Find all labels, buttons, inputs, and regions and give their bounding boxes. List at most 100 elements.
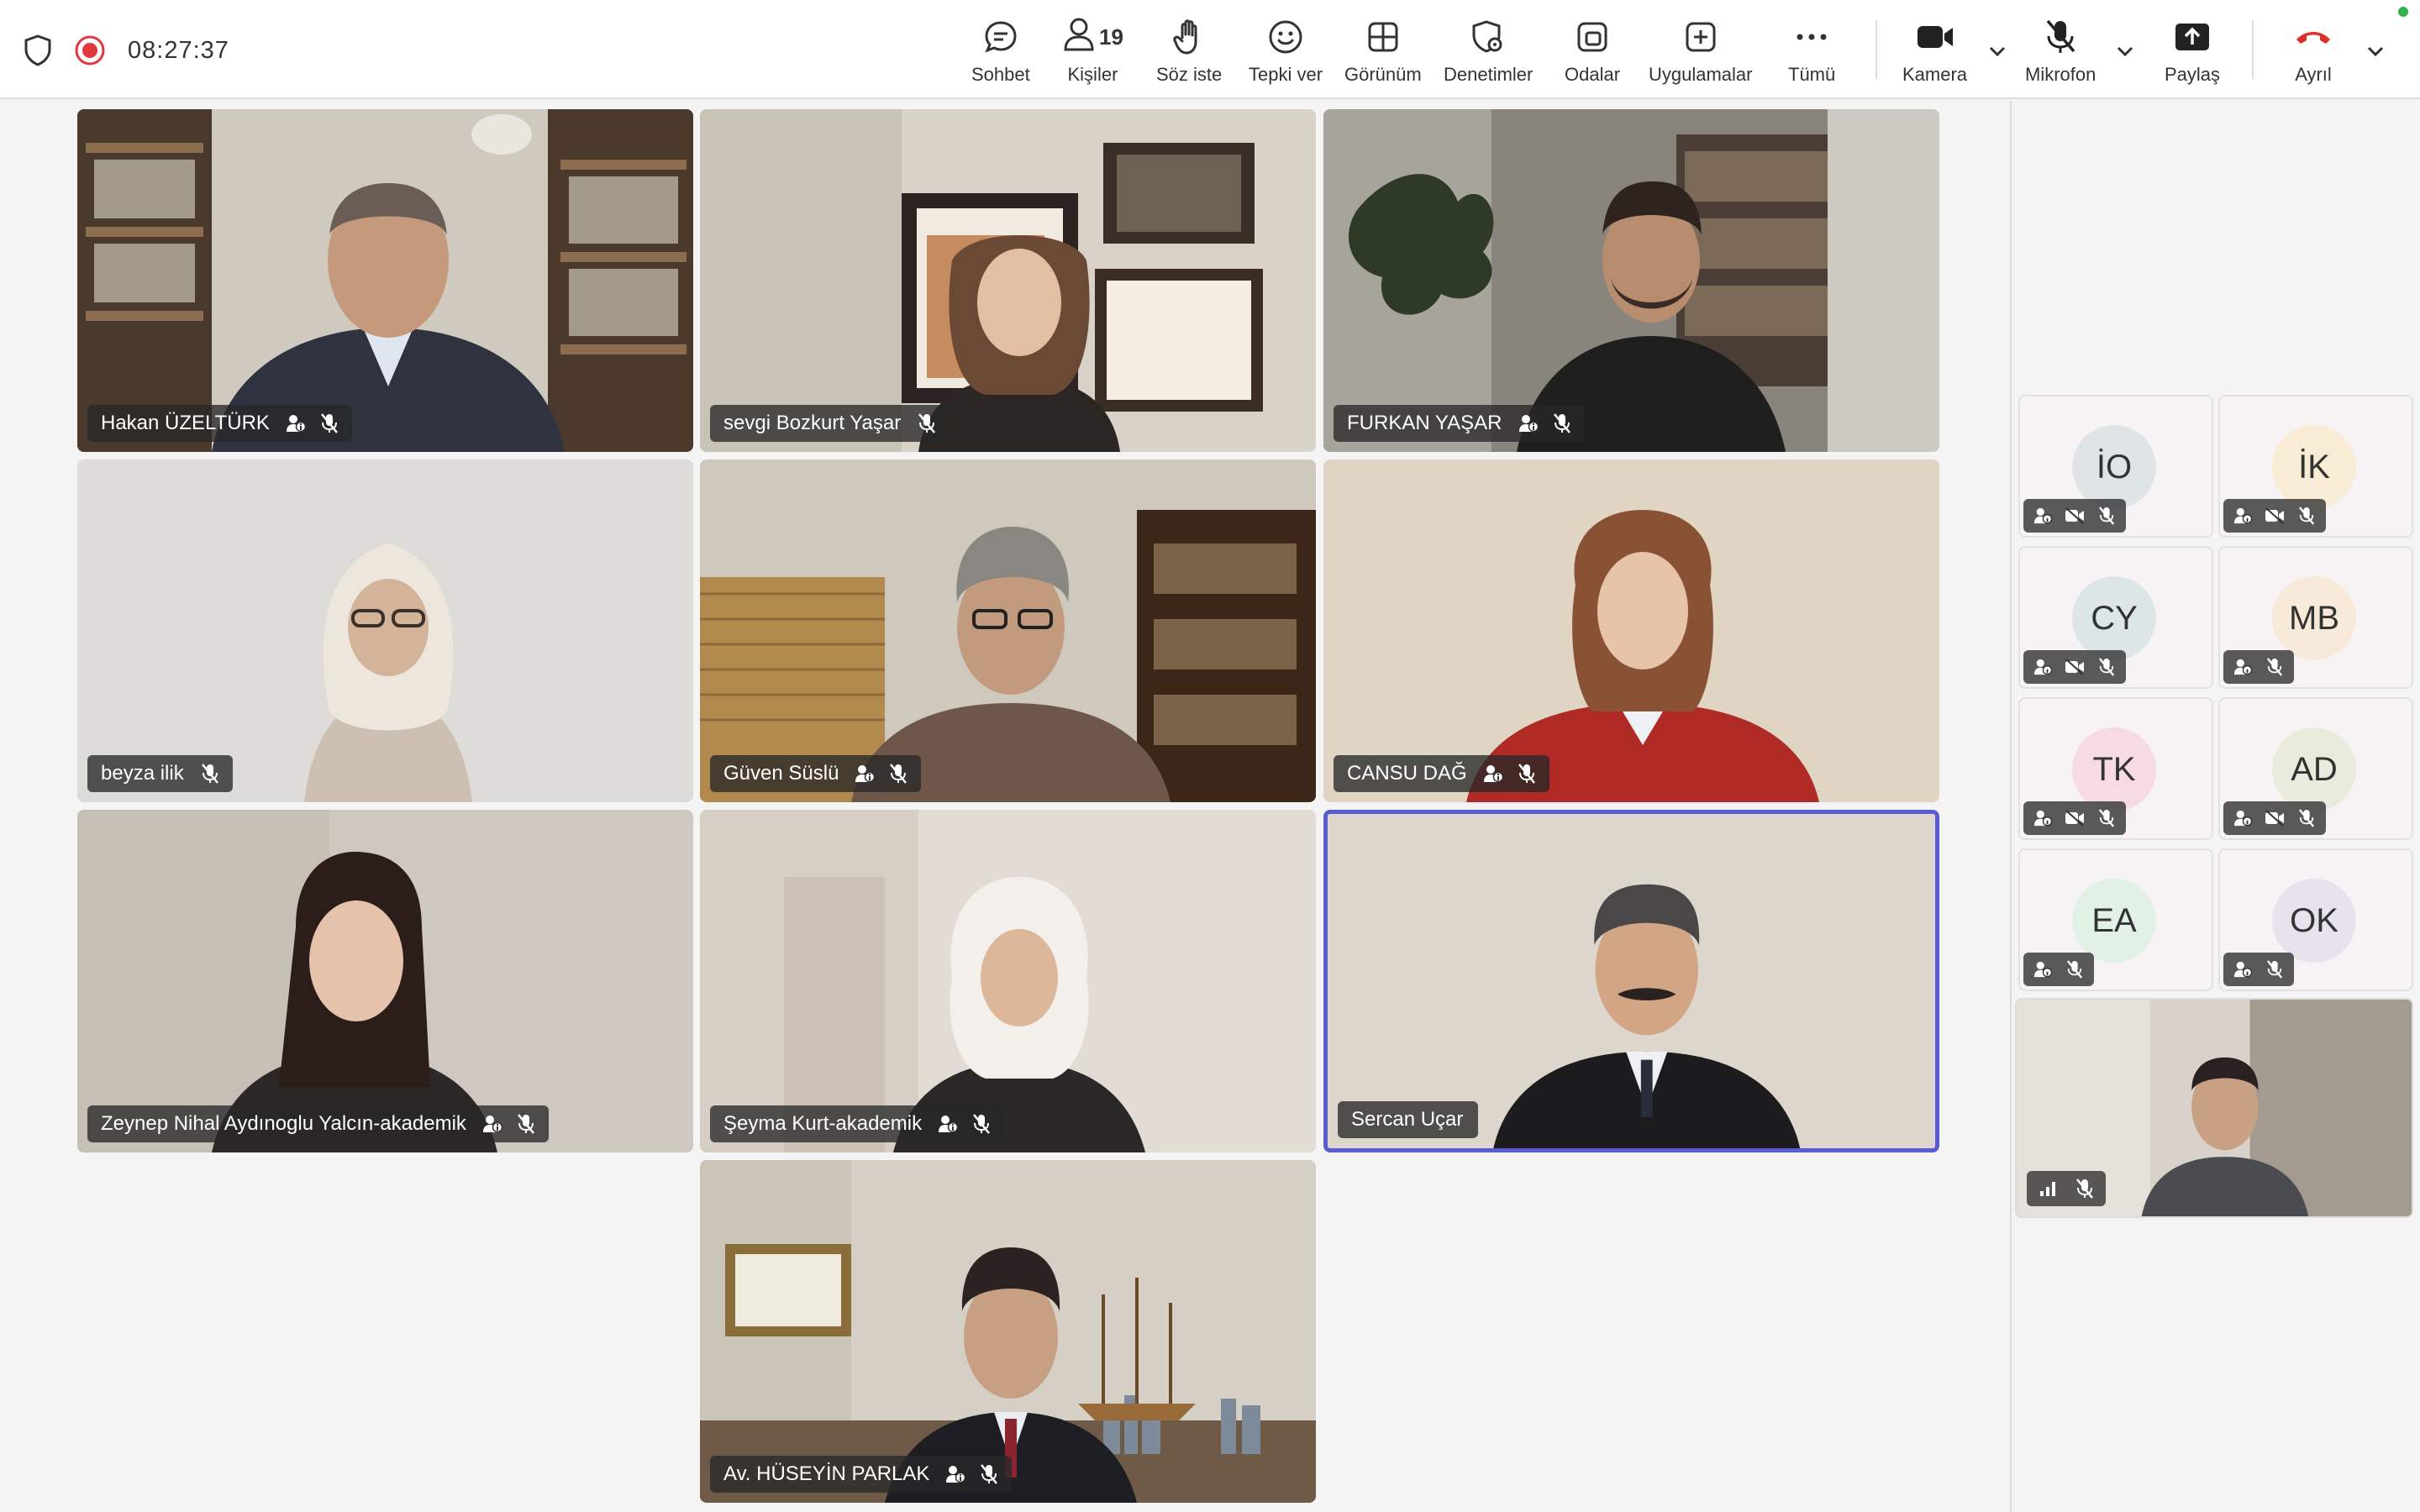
- chat-label: Sohbet: [971, 64, 1030, 85]
- react-button[interactable]: Tepki ver: [1249, 13, 1323, 89]
- participant-name: beyza ilik: [101, 762, 184, 785]
- more-button[interactable]: Tümü: [1788, 13, 1835, 89]
- participant-video-tile[interactable]: Zeynep Nihal Aydınoglu Yalcın-akademik: [77, 810, 693, 1152]
- share-icon: [2174, 13, 2211, 60]
- audio-only-participant-tile[interactable]: İO: [2018, 395, 2213, 538]
- participant-video: [77, 109, 693, 452]
- hand-icon: [1172, 13, 1206, 60]
- share-label: Paylaş: [2165, 64, 2221, 85]
- audio-only-participant-tile[interactable]: EA: [2018, 848, 2213, 991]
- participant-avatar: İO: [2072, 425, 2156, 509]
- more-label: Tümü: [1788, 64, 1836, 85]
- person-info-icon: [1482, 763, 1504, 785]
- person-info-icon: [854, 763, 876, 785]
- people-button[interactable]: 19 Kişiler: [1062, 13, 1123, 89]
- share-button[interactable]: Paylaş: [2165, 13, 2220, 89]
- person-info-icon: [2232, 958, 2254, 980]
- participant-initials: İK: [2298, 448, 2330, 486]
- security-shield-icon[interactable]: [24, 34, 52, 66]
- participant-status-bar: [2223, 499, 2326, 533]
- participant-video-tile[interactable]: CANSU DAĞ: [1323, 459, 1939, 802]
- participant-video-tile[interactable]: FURKAN YAŞAR: [1323, 109, 1939, 452]
- participant-avatar: AD: [2272, 727, 2356, 811]
- microphone-off-icon: [2264, 958, 2286, 980]
- microphone-button[interactable]: Mikrofon: [2025, 13, 2096, 89]
- audio-only-participant-tile[interactable]: CY: [2018, 546, 2213, 689]
- audio-only-participant-tile[interactable]: İK: [2218, 395, 2413, 538]
- person-info-icon: [2232, 656, 2254, 678]
- audio-only-participant-tile[interactable]: OK: [2218, 848, 2413, 991]
- participant-video: [1323, 109, 1939, 452]
- participant-name: Hakan ÜZELTÜRK: [101, 412, 270, 434]
- people-label: Kişiler: [1067, 64, 1118, 85]
- person-info-icon: [944, 1463, 966, 1485]
- microphone-options-chevron-down-icon[interactable]: [2112, 39, 2138, 64]
- view-label: Görünüm: [1344, 64, 1422, 85]
- rooms-button[interactable]: Odalar: [1565, 13, 1620, 89]
- chat-button[interactable]: Sohbet: [971, 13, 1030, 89]
- camera-button[interactable]: Kamera: [1902, 13, 1967, 89]
- participant-name: Şeyma Kurt-akademik: [723, 1112, 923, 1135]
- microphone-off-icon: [2264, 656, 2286, 678]
- leave-label: Ayrıl: [2295, 64, 2332, 85]
- microphone-off-icon: [199, 763, 221, 785]
- apps-button[interactable]: Uygulamalar: [1649, 13, 1753, 89]
- leave-options-chevron-down-icon[interactable]: [2363, 39, 2388, 64]
- participant-video-tile[interactable]: Hakan ÜZELTÜRK: [77, 109, 693, 452]
- participant-name: Güven Süslü: [723, 762, 839, 785]
- microphone-label: Mikrofon: [2025, 64, 2096, 85]
- audio-only-participant-tile[interactable]: TK: [2018, 697, 2213, 840]
- participant-status-bar: [2023, 953, 2094, 986]
- participant-name-tag: Sercan Uçar: [1338, 1101, 1479, 1138]
- controls-button[interactable]: Denetimler: [1444, 13, 1533, 89]
- participant-video-tile[interactable]: Şeyma Kurt-akademik: [700, 810, 1316, 1152]
- participant-avatar: CY: [2072, 576, 2156, 660]
- participant-status-bar: [2223, 650, 2294, 684]
- participant-name-tag: Hakan ÜZELTÜRK: [87, 405, 352, 442]
- participant-status-bar: [2223, 953, 2294, 986]
- person-info-icon: [1518, 412, 1539, 434]
- participant-name: Zeynep Nihal Aydınoglu Yalcın-akademik: [101, 1112, 466, 1135]
- camera-options-chevron-down-icon[interactable]: [1985, 39, 2010, 64]
- person-info-icon: [285, 412, 307, 434]
- participant-name-tag: CANSU DAĞ: [1334, 755, 1549, 792]
- camera-off-icon: [2264, 505, 2286, 527]
- participant-video-tile[interactable]: Güven Süslü: [700, 459, 1316, 802]
- participant-video-tile[interactable]: Av. HÜSEYİN PARLAK: [700, 1160, 1316, 1503]
- react-label: Tepki ver: [1249, 64, 1323, 85]
- participant-initials: OK: [2290, 901, 2338, 939]
- participant-initials: MB: [2289, 599, 2339, 637]
- participant-video-tile[interactable]: beyza ilik: [77, 459, 693, 802]
- participant-name-tag: Güven Süslü: [710, 755, 922, 792]
- participant-avatar: İK: [2272, 425, 2356, 509]
- participant-avatar: MB: [2272, 576, 2356, 660]
- person-info-icon: [2232, 807, 2254, 829]
- leave-button[interactable]: Ayrıl: [2294, 13, 2333, 89]
- microphone-off-icon: [1516, 763, 1538, 785]
- view-button[interactable]: Görünüm: [1344, 13, 1422, 89]
- participant-name: CANSU DAĞ: [1347, 762, 1467, 785]
- person-info-icon: [481, 1113, 503, 1135]
- participant-video: [700, 1160, 1316, 1503]
- signal-strength-icon[interactable]: [2037, 1178, 2059, 1200]
- audio-only-participant-tile[interactable]: MB: [2218, 546, 2413, 689]
- person-info-icon: [2032, 656, 2054, 678]
- recording-icon[interactable]: [74, 34, 106, 66]
- person-info-icon: [2032, 505, 2054, 527]
- microphone-off-icon: [2064, 958, 2086, 980]
- microphone-off-icon: [1551, 412, 1573, 434]
- audio-only-participant-tile[interactable]: AD: [2218, 697, 2413, 840]
- active-speaker-video-tile[interactable]: Sercan Uçar: [1323, 810, 1939, 1152]
- toolbar-divider: [2252, 20, 2254, 79]
- more-dots-icon: [1795, 13, 1828, 60]
- hang-up-phone-icon: [2294, 13, 2333, 60]
- apps-label: Uygulamalar: [1649, 64, 1753, 85]
- self-view-video-tile[interactable]: [2015, 998, 2413, 1218]
- participant-video-tile[interactable]: sevgi Bozkurt Yaşar: [700, 109, 1316, 452]
- participant-video: [1328, 814, 1935, 1148]
- raise-hand-button[interactable]: Söz iste: [1156, 13, 1222, 89]
- grid-view-icon: [1366, 13, 1400, 60]
- microphone-off-icon: [2096, 656, 2118, 678]
- toolbar-divider: [1876, 20, 1877, 79]
- participant-video: [77, 459, 693, 802]
